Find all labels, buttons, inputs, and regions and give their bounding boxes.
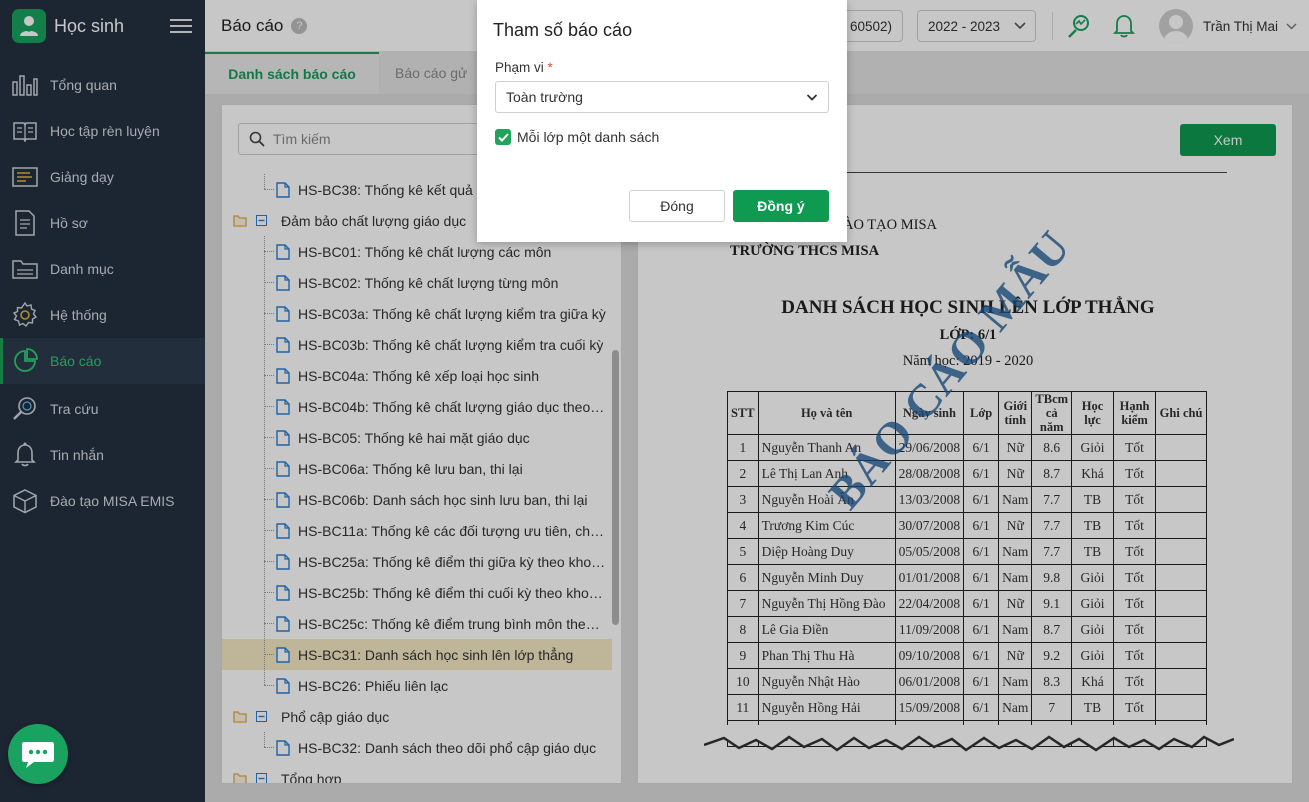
- chat-bubble-icon: [22, 742, 54, 768]
- per-class-checkbox-label: Mỗi lớp một danh sách: [517, 129, 660, 145]
- checkbox-checked-icon[interactable]: [495, 129, 511, 145]
- report-params-dialog: Tham số báo cáo Phạm vi * Toàn trường Mỗ…: [477, 0, 847, 242]
- scope-select-value: Toàn trường: [506, 89, 583, 105]
- scope-label-text: Phạm vi: [495, 60, 544, 75]
- scope-select[interactable]: Toàn trường: [495, 81, 829, 113]
- ok-button[interactable]: Đồng ý: [733, 190, 829, 222]
- dialog-title: Tham số báo cáo: [493, 20, 633, 40]
- chevron-down-icon: [806, 94, 818, 101]
- close-button[interactable]: Đóng: [629, 190, 725, 222]
- chat-button[interactable]: [8, 724, 68, 784]
- required-mark: *: [547, 60, 553, 75]
- scope-label: Phạm vi *: [495, 60, 553, 75]
- per-class-checkbox[interactable]: Mỗi lớp một danh sách: [495, 129, 659, 145]
